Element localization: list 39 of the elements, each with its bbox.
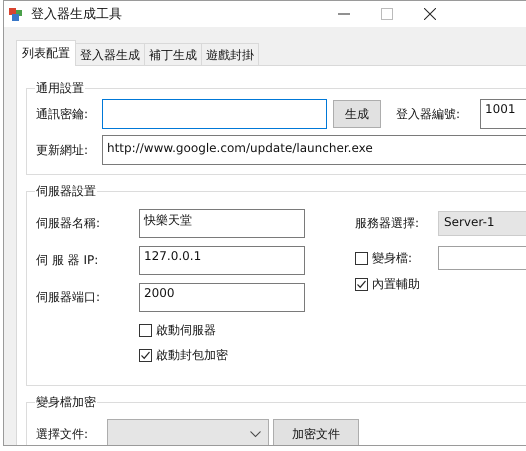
window-title: 登入器生成工具	[31, 6, 122, 23]
text-field[interactable]: 127.0.0.1	[139, 246, 305, 275]
checkbox-box[interactable]	[355, 252, 368, 264]
group-title: 變身檔加密	[35, 394, 97, 411]
group-title: 伺服器設置	[35, 183, 97, 200]
server-dropdown[interactable]: Server-1	[438, 211, 526, 236]
field-label: 登入器編號:	[396, 106, 462, 122]
field-label: 更新網址:	[36, 142, 90, 158]
text-field[interactable]	[438, 246, 526, 270]
checkbox-label: 內置輔助	[372, 276, 420, 293]
checkbox-box[interactable]	[139, 349, 152, 362]
checkbox-label: 變身檔:	[372, 250, 412, 266]
checkbox-label: 啟動伺服器	[156, 322, 216, 339]
checkbox[interactable]: 啟動封包加密	[139, 347, 305, 364]
checkbox-label: 啟動封包加密	[156, 347, 228, 364]
tab[interactable]: 列表配置	[16, 40, 76, 66]
generate-button[interactable]: 生成	[333, 100, 381, 128]
group-title: 通用設置	[35, 80, 85, 97]
field-label: 伺 服 器 IP:	[36, 252, 100, 269]
field-label: 選擇文件:	[36, 426, 90, 442]
launcher-id-field[interactable]: 1001	[480, 99, 526, 129]
text-field[interactable]: 2000	[139, 283, 305, 312]
tab[interactable]: 遊戲封掛	[201, 43, 259, 65]
url-field[interactable]: http://www.google.com/update/launcher.exe	[102, 135, 526, 165]
checkbox[interactable]: 啟動伺服器	[139, 322, 305, 339]
field-label: 通訊密鑰:	[36, 106, 90, 122]
text-field[interactable]: 快樂天堂	[139, 209, 305, 238]
blocks-icon	[8, 6, 24, 22]
field-label: 伺服器名稱:	[36, 215, 102, 232]
checkbox[interactable]: 變身檔:	[355, 250, 438, 266]
close-icon[interactable]	[424, 8, 436, 20]
checkbox-box[interactable]	[355, 278, 368, 291]
checkbox[interactable]: 內置輔助	[355, 276, 420, 293]
field-label: 服務器選擇:	[355, 215, 420, 232]
checkbox-box[interactable]	[139, 324, 152, 337]
chevron-down-icon	[250, 430, 261, 438]
field-label: 伺服器端口:	[36, 289, 102, 306]
encrypt-button[interactable]: 加密文件	[273, 419, 359, 445]
key-field[interactable]	[102, 99, 327, 129]
